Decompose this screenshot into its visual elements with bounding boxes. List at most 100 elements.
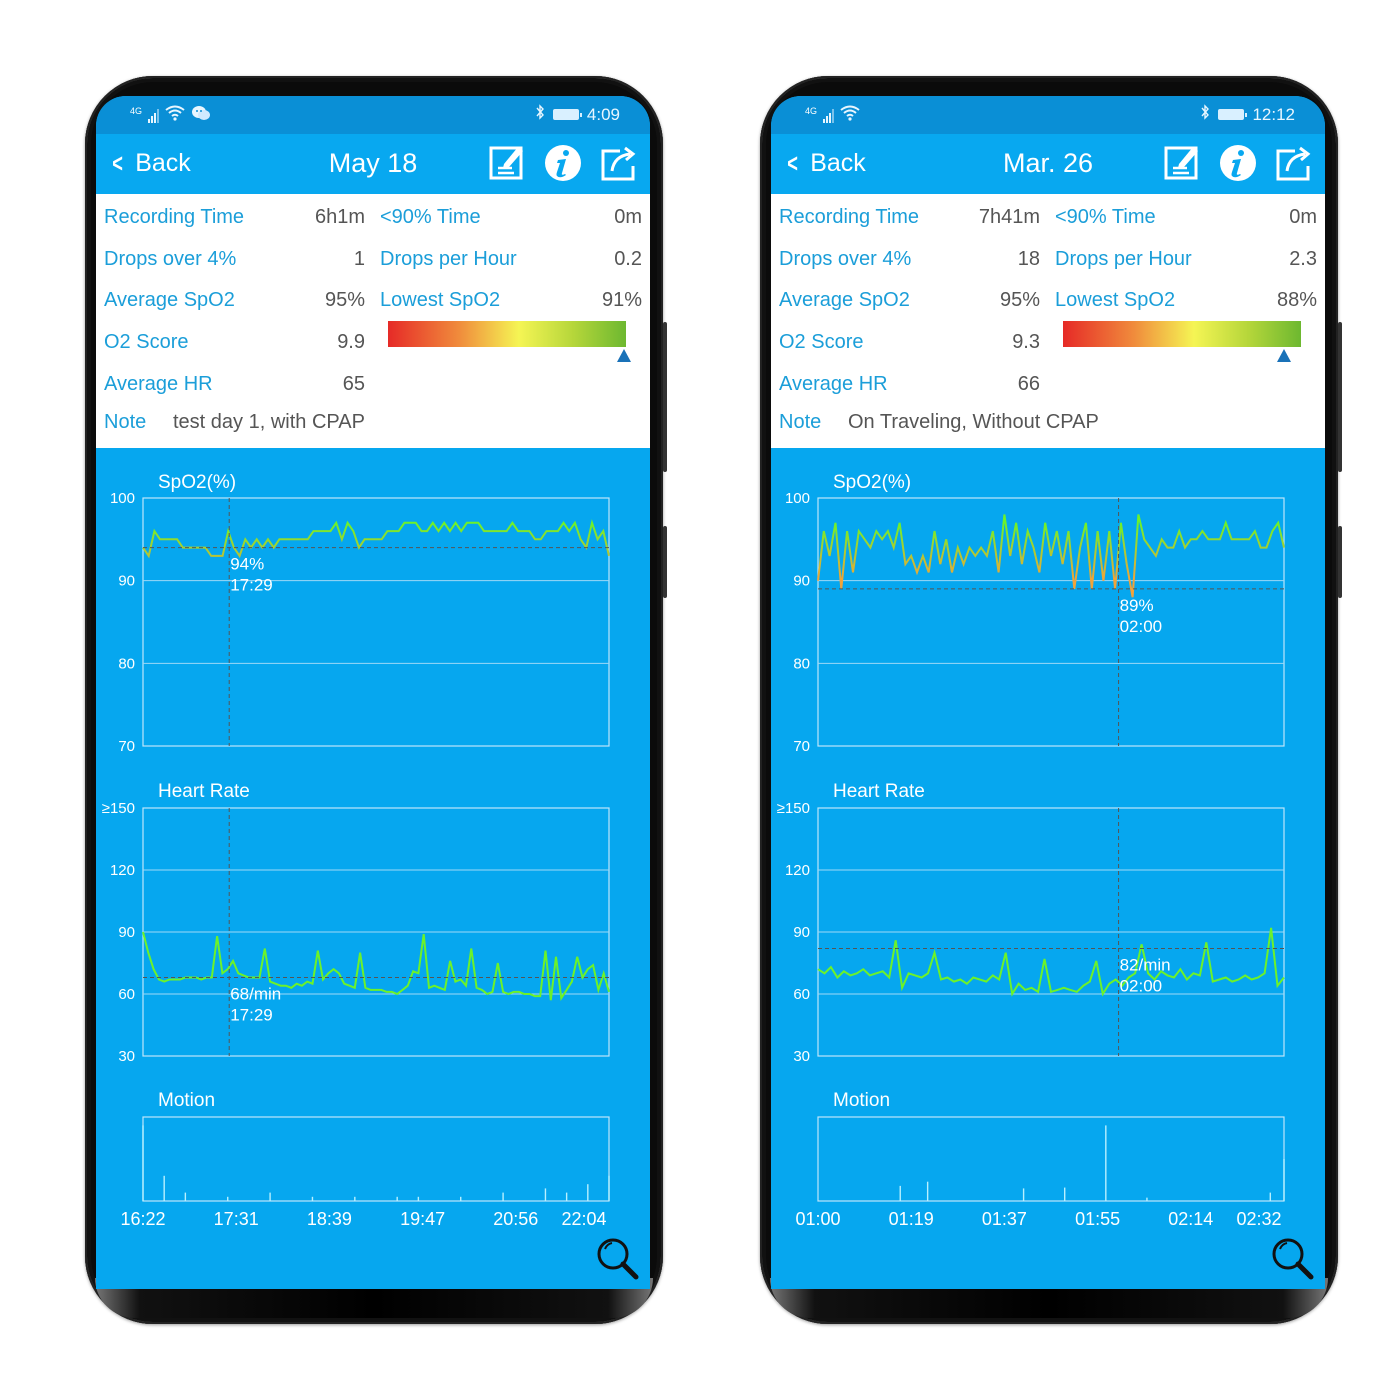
- spo2-series-line: [142, 519, 610, 559]
- y-tick-label: 120: [785, 862, 810, 879]
- power-button: [663, 526, 667, 598]
- info-icon: [1220, 145, 1256, 181]
- cursor-time-label: 17:29: [230, 576, 273, 595]
- x-tick-label: 19:47: [400, 1209, 445, 1229]
- hr-series-line: [817, 927, 1285, 997]
- motion-chart[interactable]: 01:00 01:19 01:37 01:55 02:14 02:32: [771, 1068, 1325, 1248]
- network-type-label: 4G: [130, 105, 143, 116]
- network-type-label: 4G: [805, 105, 818, 116]
- o2-score-value: 9.9: [337, 331, 365, 353]
- phone-left: 4G 4:09 < Back May 18 Recording Time 6h1…: [85, 76, 667, 1324]
- share-icon: [601, 146, 636, 181]
- drops-over-4-label: Drops over 4%: [779, 248, 912, 270]
- bluetooth-icon: [535, 104, 545, 125]
- charts-area: SpO2(%) 100 90 80 70 94% 17:29 Heart Rate ≥15…: [96, 448, 650, 1289]
- drops-over-4-value: 18: [1017, 248, 1040, 270]
- drops-per-hour-label: Drops per Hour: [380, 248, 517, 270]
- heart-rate-chart[interactable]: ≥150 120 90 60 30 68/min 17:29: [96, 758, 650, 1068]
- x-tick-label: 18:39: [307, 1209, 352, 1229]
- app-screen: 4G 4:09 < Back May 18 Recording Time 6h1…: [96, 96, 650, 1289]
- volume-button: [663, 322, 667, 472]
- summary-panel: Recording Time 6h1m <90% Time 0m Drops o…: [96, 194, 650, 448]
- wifi-icon: [840, 105, 860, 126]
- o2-score-scale: [388, 321, 626, 347]
- spo2-series-line: [817, 514, 1285, 598]
- y-tick-label: ≥150: [102, 800, 135, 817]
- below90-time-label: <90% Time: [1055, 206, 1156, 228]
- bluetooth-icon: [1200, 104, 1210, 125]
- cursor-time-label: 02:00: [1120, 977, 1163, 996]
- o2-score-label: O2 Score: [779, 331, 864, 353]
- below90-time-value: 0m: [1289, 206, 1317, 228]
- y-tick-label: 70: [793, 738, 810, 755]
- x-tick-label: 01:19: [889, 1209, 934, 1229]
- plot-frame: [142, 497, 610, 747]
- y-tick-label: 90: [118, 573, 135, 590]
- share-button[interactable]: [1275, 144, 1313, 182]
- edit-note-icon: [489, 146, 523, 180]
- cursor-value-label: 94%: [230, 555, 264, 574]
- info-button[interactable]: [1219, 144, 1257, 182]
- o2-score-value: 9.3: [1012, 331, 1040, 353]
- o2-score-marker: [1277, 349, 1292, 362]
- app-screen: 4G 12:12 < Back Mar. 26 Recording Time 7…: [771, 96, 1325, 1289]
- status-bar: 4G 12:12: [771, 96, 1325, 134]
- y-tick-label: 60: [118, 986, 135, 1003]
- average-hr-value: 65: [342, 373, 365, 395]
- lowest-spo2-value: 88%: [1276, 289, 1317, 311]
- spo2-chart[interactable]: 100 90 80 70 89% 02:00: [771, 448, 1325, 758]
- info-button[interactable]: [544, 144, 582, 182]
- recording-time-value: 6h1m: [314, 206, 365, 228]
- signal-icon: [823, 108, 835, 123]
- x-tick-label: 22:04: [561, 1209, 606, 1229]
- battery-icon: [1218, 109, 1248, 120]
- charts-area: SpO2(%) 100 90 80 70 89% 02:00 Heart Rate ≥15…: [771, 448, 1325, 1289]
- x-tick-label: 20:56: [493, 1209, 538, 1229]
- zoom-button[interactable]: [1271, 1237, 1315, 1281]
- motion-chart[interactable]: 16:22 17:31 18:39 19:47 20:56 22:04: [96, 1068, 650, 1248]
- status-time: 12:12: [1252, 104, 1295, 124]
- note-value: test day 1, with CPAP: [173, 411, 365, 433]
- x-tick-label: 02:32: [1236, 1209, 1281, 1229]
- share-icon: [1276, 146, 1311, 181]
- plot-frame: [817, 497, 1285, 747]
- x-tick-label: 16:22: [120, 1209, 165, 1229]
- note-label: Note: [104, 411, 147, 433]
- edit-note-icon: [1164, 146, 1198, 180]
- wechat-icon: [191, 105, 211, 126]
- below90-time-value: 0m: [614, 206, 642, 228]
- cursor-value-label: 68/min: [230, 984, 281, 1003]
- plot-frame: [142, 1116, 610, 1202]
- x-tick-label: 02:14: [1168, 1209, 1213, 1229]
- edit-note-button[interactable]: [488, 144, 526, 182]
- y-tick-label: 60: [793, 986, 810, 1003]
- volume-button: [1338, 322, 1342, 472]
- plot-frame: [817, 1116, 1285, 1202]
- cursor-value-label: 89%: [1120, 596, 1154, 615]
- lowest-spo2-label: Lowest SpO2: [1055, 289, 1176, 311]
- y-tick-label: 90: [793, 573, 810, 590]
- average-hr-value: 66: [1017, 373, 1040, 395]
- heart-rate-chart[interactable]: ≥150 120 90 60 30 82/min 02:00: [771, 758, 1325, 1068]
- status-bar: 4G 4:09: [96, 96, 650, 134]
- y-tick-label: 90: [118, 924, 135, 941]
- status-time: 4:09: [586, 104, 620, 124]
- y-tick-label: 30: [118, 1048, 135, 1065]
- share-button[interactable]: [600, 144, 638, 182]
- x-tick-label: 01:00: [795, 1209, 840, 1229]
- y-tick-label: 100: [110, 490, 135, 507]
- spo2-chart[interactable]: 100 90 80 70 94% 17:29: [96, 448, 650, 758]
- phone-right: 4G 12:12 < Back Mar. 26 Recording Time 7…: [760, 76, 1342, 1324]
- info-icon: [545, 145, 581, 181]
- power-button: [1338, 526, 1342, 598]
- drops-per-hour-label: Drops per Hour: [1055, 248, 1192, 270]
- signal-icon: [148, 108, 160, 123]
- cursor-time-label: 02:00: [1120, 617, 1163, 636]
- y-tick-label: 80: [793, 655, 810, 672]
- average-hr-label: Average HR: [779, 373, 888, 395]
- edit-note-button[interactable]: [1163, 144, 1201, 182]
- zoom-button[interactable]: [596, 1237, 640, 1281]
- wifi-icon: [165, 105, 185, 126]
- lowest-spo2-value: 91%: [601, 289, 642, 311]
- average-spo2-value: 95%: [999, 289, 1040, 311]
